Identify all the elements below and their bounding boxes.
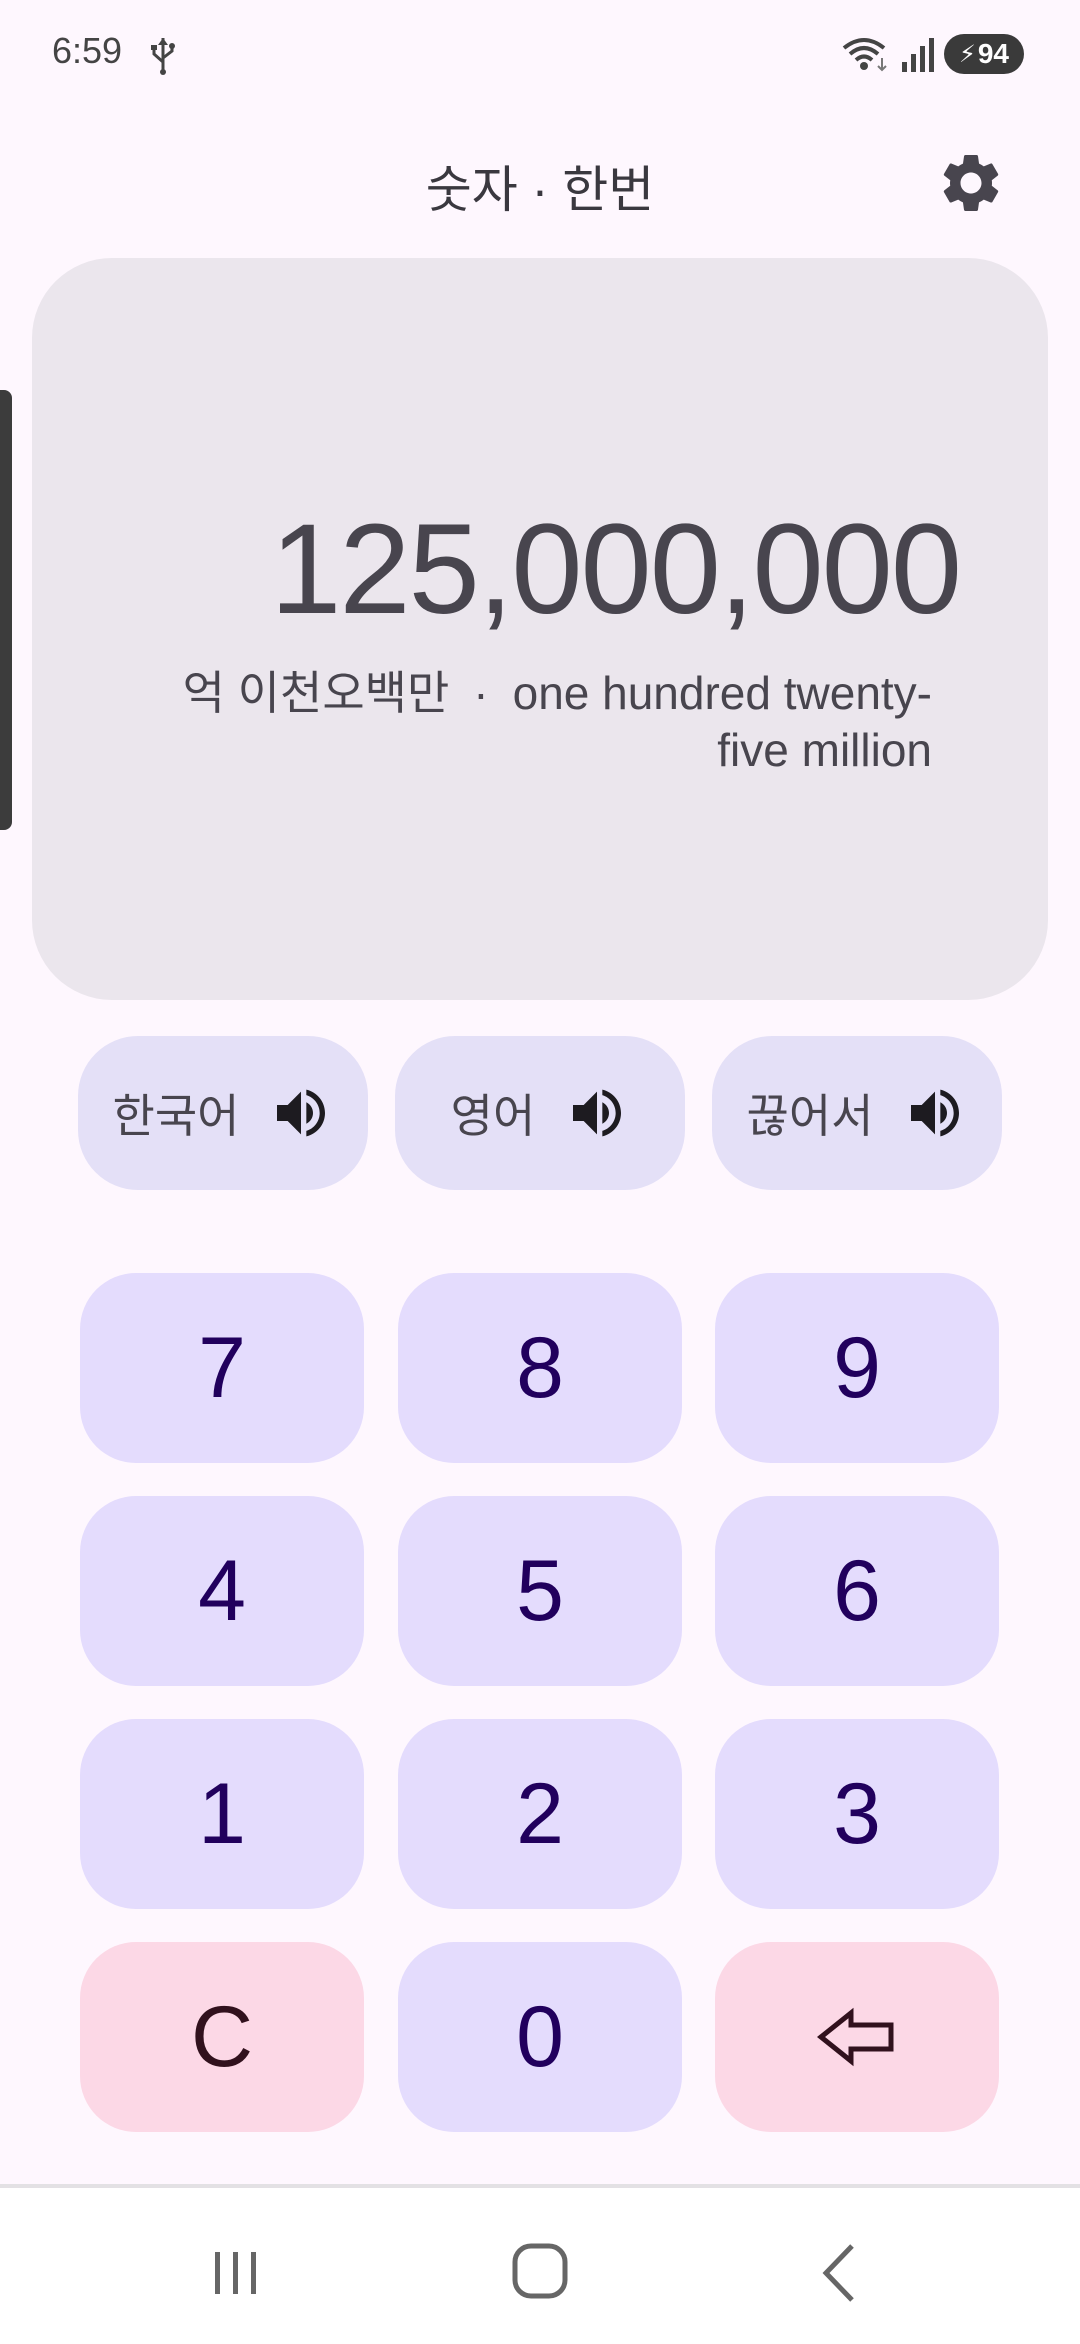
english-reading: one hundred twenty-five million — [512, 667, 932, 776]
back-icon — [822, 2244, 854, 2302]
battery-level: 94 — [977, 38, 1009, 69]
clear-button[interactable]: C — [80, 1942, 364, 2132]
speak-english-label: 영어 — [450, 1090, 536, 1142]
speaker-icon — [573, 1089, 622, 1137]
usb-icon — [148, 36, 178, 76]
settings-button[interactable] — [936, 148, 1006, 218]
battery-charging-icon: ⚡ 94 — [944, 34, 1024, 74]
signal-icon — [900, 34, 936, 74]
number-reading: 억 이천오백만 · one hundred twenty-five million — [172, 665, 932, 779]
reading-separator: · — [473, 667, 489, 719]
backspace-arrow-icon — [817, 2007, 894, 2067]
speak-button-row: 한국어 영어 끊어서 — [0, 1036, 1080, 1190]
wifi-icon — [840, 34, 892, 74]
korean-reading: 억 이천오백만 — [182, 667, 450, 719]
display-number: 125,000,000 — [270, 498, 962, 641]
page-title: 숫자 · 한번 — [425, 162, 655, 218]
speak-korean-label: 한국어 — [112, 1090, 240, 1142]
recent-apps-icon — [215, 2252, 256, 2294]
key-5[interactable]: 5 — [398, 1496, 682, 1686]
speak-english-button[interactable]: 영어 — [395, 1036, 685, 1190]
key-2[interactable]: 2 — [398, 1719, 682, 1909]
key-6[interactable]: 6 — [715, 1496, 999, 1686]
recent-apps-button[interactable] — [195, 2238, 275, 2308]
gear-icon — [943, 154, 999, 211]
speaker-icon — [911, 1089, 960, 1137]
bolt-icon: ⚡ — [958, 40, 976, 68]
back-button[interactable] — [800, 2238, 880, 2308]
home-button[interactable] — [500, 2238, 580, 2308]
key-8[interactable]: 8 — [398, 1273, 682, 1463]
key-3[interactable]: 3 — [715, 1719, 999, 1909]
key-9[interactable]: 9 — [715, 1273, 999, 1463]
speak-chunked-label: 끊어서 — [746, 1090, 874, 1142]
speaker-icon — [277, 1089, 326, 1137]
key-0[interactable]: 0 — [398, 1942, 682, 2132]
system-nav-bar — [0, 2184, 1080, 2344]
edge-panel-handle[interactable] — [0, 390, 12, 830]
key-4[interactable]: 4 — [80, 1496, 364, 1686]
home-icon — [512, 2243, 568, 2299]
speak-korean-button[interactable]: 한국어 — [78, 1036, 368, 1190]
backspace-button[interactable] — [715, 1942, 999, 2132]
key-1[interactable]: 1 — [80, 1719, 364, 1909]
status-time: 6:59 — [52, 30, 123, 71]
speak-chunked-button[interactable]: 끊어서 — [712, 1036, 1002, 1190]
status-bar: 6:59 ⚡ 94 — [0, 0, 1080, 110]
key-7[interactable]: 7 — [80, 1273, 364, 1463]
